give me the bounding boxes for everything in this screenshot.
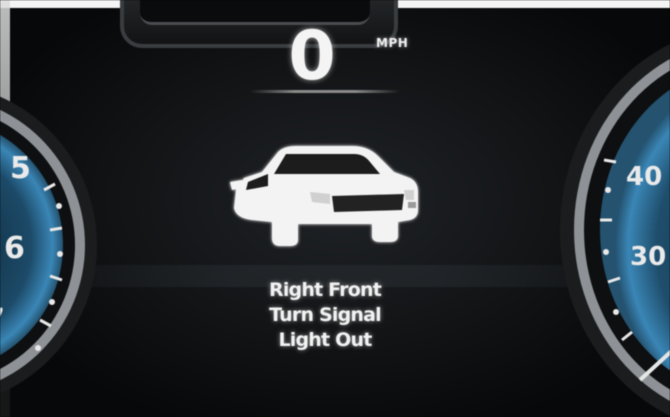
warning-line-1: Right Front [269,279,382,301]
warning-line-3: Light Out [278,329,372,351]
right-gauge-number-40: 40 [626,162,662,192]
left-gauge-number-5: 5 [10,151,31,186]
speed-underline [250,90,400,93]
left-gauge: 5 6 7 [0,96,97,394]
left-gauge-number-7: 7 [0,303,5,338]
top-bezel-inner [140,0,370,25]
right-gauge-number-30: 30 [630,242,666,272]
digital-speed-value: 0 [288,17,335,96]
right-gauge: 40 30 [560,44,670,416]
warning-message: Right Front Turn Signal Light Out [210,278,440,353]
car-front-icon [230,146,418,246]
instrument-cluster: 0 MPH Right Front Turn Signal Light Out … [0,0,670,417]
warning-line-2: Turn Signal [269,304,382,326]
speed-unit-label: MPH [376,36,409,50]
left-gauge-number-6: 6 [4,231,25,266]
